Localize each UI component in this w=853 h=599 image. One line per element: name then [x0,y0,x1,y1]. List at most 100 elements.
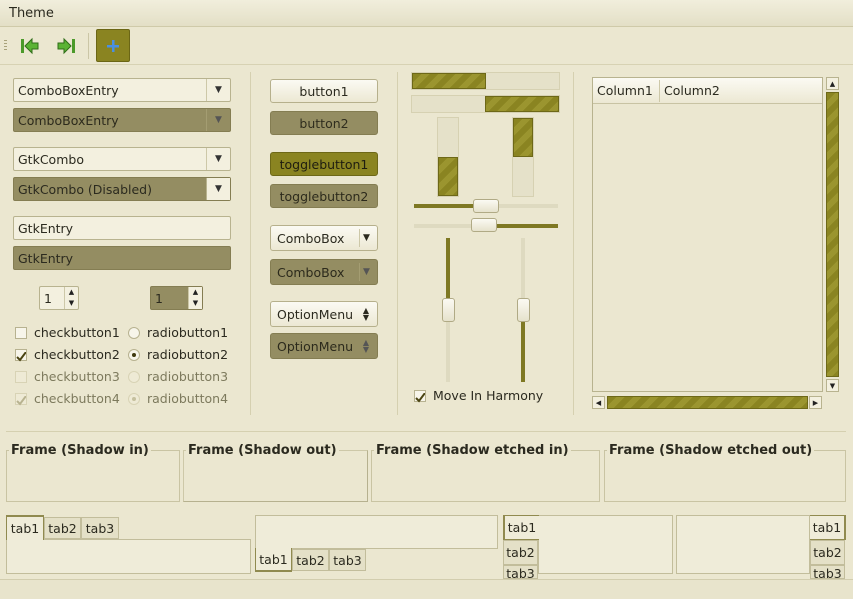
radio-4-disabled [128,393,140,405]
checkbox-4-disabled [15,393,27,406]
spin-arrows-icon: ▲ ▼ [188,287,202,309]
frame-shadow-in-label: Frame (Shadow in) [9,443,151,458]
toolbar-separator [88,33,89,59]
vscale-1-thumb[interactable] [442,298,455,322]
chevron-down-icon: ▼ [206,109,230,131]
togglebutton2: togglebutton2 [270,184,378,208]
spin-arrows-icon[interactable]: ▲ ▼ [64,287,78,309]
radio-dot-icon [132,397,136,401]
hscale-1-thumb[interactable] [473,199,499,213]
horizontal-scrollbar[interactable]: ◀ ▶ [592,395,823,410]
scroll-left-icon[interactable]: ◀ [592,396,605,409]
spin-value-disabled: 1 [155,291,163,306]
checkbutton2-label[interactable]: checkbutton2 [34,347,120,362]
notebook-top-tab3[interactable]: tab3 [81,517,119,539]
horizontal-scroll-thumb[interactable] [607,396,808,409]
checkbox-3-disabled [15,371,27,383]
notebook-left-tab3[interactable]: tab3 [503,565,538,579]
frame-shadow-etched-out-label: Frame (Shadow etched out) [607,443,815,458]
combobox-disabled-text: ComboBox [277,265,345,280]
combobox-text: ComboBox [277,231,345,246]
combo-box-entry[interactable]: ComboBoxEntry ▼ [13,78,231,102]
gtk-combo-disabled: GtkCombo (Disabled) ▼ [13,177,231,201]
radiobutton2-label[interactable]: radiobutton2 [147,347,228,362]
radiobutton4-label: radiobutton4 [147,391,229,406]
notebook-right-tab2[interactable]: tab2 [810,540,845,565]
chevron-down-icon: ▼ [359,229,373,247]
gtk-entry[interactable]: GtkEntry [13,216,231,240]
menu-theme[interactable]: Theme [9,6,54,21]
move-in-harmony-checkbox[interactable] [414,390,426,403]
checkbox-1[interactable] [15,327,27,339]
spin-button[interactable]: 1 ▲ ▼ [39,286,79,310]
menubar [0,0,853,27]
checkbutton3-label: checkbutton3 [34,369,120,384]
vscale-2-thumb[interactable] [517,298,530,322]
combobox[interactable]: ComboBox ▼ [270,225,378,251]
spin-button-disabled: 1 ▲ ▼ [150,286,203,310]
checkbutton1-label[interactable]: checkbutton1 [34,325,120,340]
progress-bar-v1-fill [438,157,458,196]
check-icon [16,395,27,406]
gtk-entry-text: GtkEntry [18,221,74,236]
updown-icon: ▲ ▼ [362,306,370,322]
scroll-up-icon[interactable]: ▲ [826,77,839,90]
notebook-top-tab1[interactable]: tab1 [6,515,44,540]
scroll-down-icon[interactable]: ▼ [826,379,839,392]
horizontal-separator [6,431,846,432]
gtk-entry-disabled-text: GtkEntry [18,251,74,266]
notebook-bottom-tab3[interactable]: tab3 [329,549,366,571]
button2: button2 [270,111,378,135]
radio-1[interactable] [128,327,140,339]
vertical-scroll-thumb[interactable] [826,92,839,377]
frame-shadow-etched-in: Frame (Shadow etched in) [371,443,600,502]
notebook-right-tab3[interactable]: tab3 [810,565,845,579]
move-in-harmony-label[interactable]: Move In Harmony [433,388,543,403]
notebook-top-tab2[interactable]: tab2 [44,517,81,539]
option-menu-disabled-text: OptionMenu [277,339,354,354]
tree-view[interactable]: Column1 Column2 [592,77,823,392]
go-last-icon [57,37,75,55]
progress-bar-v2 [512,117,534,197]
column1-header[interactable]: Column1 [597,83,653,98]
go-first-icon [21,37,39,55]
radio-dot-icon [132,353,136,357]
notebook-left-tab2[interactable]: tab2 [503,540,538,565]
option-menu-text: OptionMenu [277,307,354,322]
go-last-button[interactable] [52,31,82,61]
toolbar-grip[interactable] [4,40,7,52]
frame-shadow-out-label: Frame (Shadow out) [186,443,339,458]
radio-2-selected[interactable] [128,349,140,361]
checkbox-2-checked[interactable] [15,349,27,362]
combobox-disabled: ComboBox ▼ [270,259,378,285]
frame-shadow-in: Frame (Shadow in) [6,443,180,502]
button1[interactable]: button1 [270,79,378,103]
gtk-combo-text[interactable]: GtkCombo [18,152,84,167]
scroll-right-icon[interactable]: ▶ [809,396,822,409]
radiobutton1-label[interactable]: radiobutton1 [147,325,228,340]
notebook-left-tab1[interactable]: tab1 [503,515,539,540]
togglebutton1[interactable]: togglebutton1 [270,152,378,176]
column2-header[interactable]: Column2 [664,83,720,98]
combo-box-entry-text[interactable]: ComboBoxEntry [18,83,119,98]
add-icon [107,39,119,52]
radio-3-disabled [128,371,140,383]
progress-bar-v1 [437,117,459,197]
chevron-down-icon[interactable]: ▼ [206,79,230,101]
checkbutton4-label: checkbutton4 [34,391,120,406]
check-icon [415,392,426,403]
progress-bar-v2-fill [513,118,533,157]
gtk-combo[interactable]: GtkCombo ▼ [13,147,231,171]
chevron-down-icon[interactable]: ▼ [206,148,230,170]
go-first-button[interactable] [14,31,44,61]
option-menu-disabled: OptionMenu ▲ ▼ [270,333,378,359]
hscale-2-thumb[interactable] [471,218,497,232]
vertical-scrollbar[interactable]: ▲ ▼ [825,77,840,392]
notebook-bottom-tab2[interactable]: tab2 [292,549,329,571]
progress-bar-h1 [411,72,560,90]
notebook-bottom-tab1[interactable]: tab1 [255,548,292,572]
option-menu[interactable]: OptionMenu ▲ ▼ [270,301,378,327]
progress-bar-h2 [411,95,560,113]
add-button[interactable] [96,29,130,62]
notebook-right-tab1[interactable]: tab1 [810,515,846,540]
